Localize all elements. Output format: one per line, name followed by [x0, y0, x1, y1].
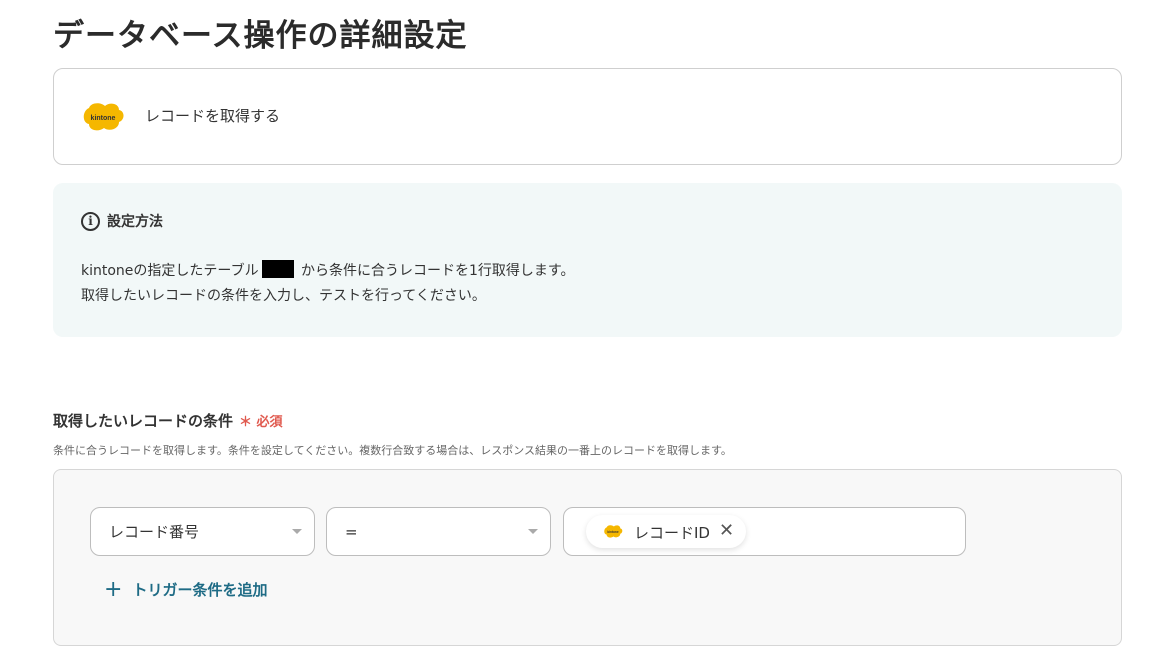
plus-icon: +: [104, 576, 123, 602]
kintone-logo-icon: kintone: [604, 525, 623, 538]
info-text: kintoneの指定したテーブル から条件に合うレコードを1行取得します。 取得…: [81, 259, 575, 309]
close-icon[interactable]: ✕: [719, 521, 734, 541]
redacted-block: [261, 260, 294, 278]
operator-select-value: =: [345, 522, 358, 541]
condition-description: 条件に合うレコードを取得します。条件を設定してください。複数行合致する場合は、レ…: [53, 444, 732, 457]
condition-label: 取得したいレコードの条件 ＊ 必須: [53, 410, 283, 431]
chevron-down-icon: [292, 529, 302, 534]
action-name: レコードを取得する: [145, 107, 281, 125]
field-select-value: レコード番号: [109, 523, 200, 541]
required-badge: ＊ 必須: [239, 415, 283, 430]
operator-select[interactable]: =: [326, 507, 551, 556]
info-line2: 取得したいレコードの条件を入力し、テストを行ってください。: [81, 288, 486, 304]
condition-box: レコード番号 = kintone レコードID ✕ + トリガー条件を追加: [53, 469, 1122, 646]
field-select[interactable]: レコード番号: [90, 507, 315, 556]
chevron-down-icon: [528, 529, 538, 534]
add-trigger-label: トリガー条件を追加: [132, 581, 268, 599]
svg-text:kintone: kintone: [607, 530, 619, 534]
add-trigger-condition-button[interactable]: + トリガー条件を追加: [104, 576, 268, 602]
kintone-logo-icon: kintone: [83, 103, 124, 131]
value-input[interactable]: kintone レコードID ✕: [563, 507, 966, 556]
info-title: 設定方法: [107, 214, 163, 230]
page-title: データベース操作の詳細設定: [53, 18, 468, 54]
info-line1-before: kintoneの指定したテーブル: [81, 263, 259, 279]
chip-label: レコードID: [634, 524, 710, 542]
value-chip[interactable]: kintone レコードID ✕: [586, 515, 746, 548]
svg-text:kintone: kintone: [91, 115, 116, 122]
condition-title: 取得したいレコードの条件: [53, 412, 234, 430]
info-line1-after: から条件に合うレコードを1行取得します。: [296, 263, 575, 279]
info-icon: i: [81, 211, 100, 231]
info-box: i 設定方法 kintoneの指定したテーブル から条件に合うレコードを1行取得…: [53, 183, 1122, 337]
app-card: kintone レコードを取得する: [53, 68, 1122, 165]
